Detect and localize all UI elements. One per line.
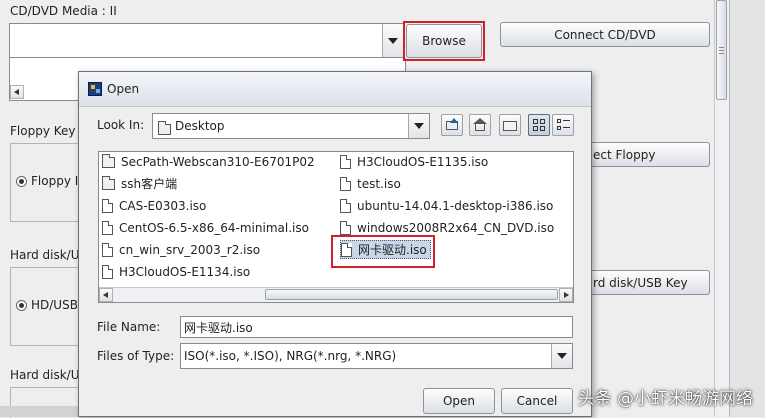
list-item[interactable]: ssh客户端 [102, 174, 177, 193]
list-item[interactable]: test.iso [340, 174, 401, 193]
file-name-label: File Name: [97, 320, 161, 334]
bottom-strip [0, 406, 78, 417]
file-list[interactable]: SecPath-Webscan310-E6701P02 ssh客户端 CAS-E… [98, 151, 574, 303]
file-list-horizontal-scrollbar[interactable] [99, 287, 573, 302]
file-icon [340, 220, 351, 235]
home-icon[interactable] [469, 114, 491, 136]
connect-cddvd-button[interactable]: Connect CD/DVD [500, 22, 710, 47]
file-icon [340, 154, 351, 169]
files-of-type-value: ISO(*.iso, *.ISO), NRG(*.nrg, *.NRG) [184, 349, 397, 363]
connect-floppy-button[interactable]: ect Floppy [590, 142, 710, 167]
hdusb-radio-label: HD/USB [31, 298, 78, 312]
watermark-text: 头条 @小虾米畅游网络 [577, 389, 753, 409]
files-of-type-label: Files of Type: [97, 349, 175, 363]
scroll-thumb[interactable] [265, 289, 558, 300]
file-icon [102, 220, 113, 235]
file-icon [102, 242, 113, 257]
scroll-thumb[interactable] [716, 0, 727, 100]
list-view-icon[interactable] [528, 114, 550, 136]
scroll-left-icon[interactable] [10, 85, 24, 99]
harddisk-group-label: Hard disk/US [10, 248, 88, 262]
up-folder-icon[interactable] [441, 114, 463, 136]
file-name-input[interactable]: 网卡驱动.iso [180, 316, 573, 338]
folder-icon [102, 154, 115, 168]
hdusb-radio[interactable] [16, 300, 27, 311]
floppy-radio[interactable] [16, 176, 27, 187]
file-icon [102, 264, 113, 279]
details-view-icon[interactable] [552, 114, 574, 136]
chevron-down-icon[interactable] [382, 24, 403, 57]
list-item[interactable]: ubuntu-14.04.1-desktop-i386.iso [340, 196, 553, 215]
look-in-combo[interactable]: Desktop [152, 113, 430, 139]
vertical-scrollbar[interactable] [714, 0, 729, 417]
harddisk-group2-label: Hard disk/US [10, 368, 88, 382]
chevron-down-icon[interactable] [408, 114, 429, 138]
dialog-title: Open [107, 82, 140, 96]
chevron-down-icon[interactable] [551, 344, 572, 368]
files-of-type-combo[interactable]: ISO(*.iso, *.ISO), NRG(*.nrg, *.NRG) [180, 343, 573, 369]
cddvd-media-label: CD/DVD Media : II [10, 4, 117, 18]
dialog-titlebar[interactable]: Open [79, 72, 591, 107]
scroll-right-icon[interactable] [559, 288, 573, 302]
list-item[interactable]: CentOS-6.5-x86_64-minimal.iso [102, 218, 309, 237]
look-in-value: Desktop [175, 119, 225, 133]
cddvd-media-combo[interactable] [9, 23, 404, 58]
selected-file-highlight-box [331, 235, 435, 268]
scroll-left-icon[interactable] [99, 288, 113, 302]
look-in-label: Look In: [97, 118, 145, 132]
list-item[interactable]: cn_win_srv_2003_r2.iso [102, 240, 260, 259]
open-button[interactable]: Open [423, 388, 495, 414]
list-item[interactable]: H3CloudOS-E1135.iso [340, 152, 488, 171]
list-item[interactable]: H3CloudOS-E1134.iso [102, 262, 250, 281]
right-edge-panel [729, 0, 765, 417]
java-app-icon [88, 82, 102, 96]
list-item[interactable]: SecPath-Webscan310-E6701P02 [102, 152, 315, 171]
file-icon [340, 176, 351, 191]
cancel-button[interactable]: Cancel [501, 388, 573, 414]
file-icon [102, 198, 113, 213]
open-dialog: Open Look In: Desktop SecPath-Webscan310… [78, 71, 592, 417]
list-item[interactable]: CAS-E0303.iso [102, 196, 206, 215]
connect-harddisk-button[interactable]: rd disk/USB Key [590, 270, 710, 295]
folder-icon [102, 176, 115, 190]
browse-highlight-box [403, 21, 485, 61]
new-folder-icon[interactable] [499, 114, 521, 136]
file-icon [340, 198, 351, 213]
